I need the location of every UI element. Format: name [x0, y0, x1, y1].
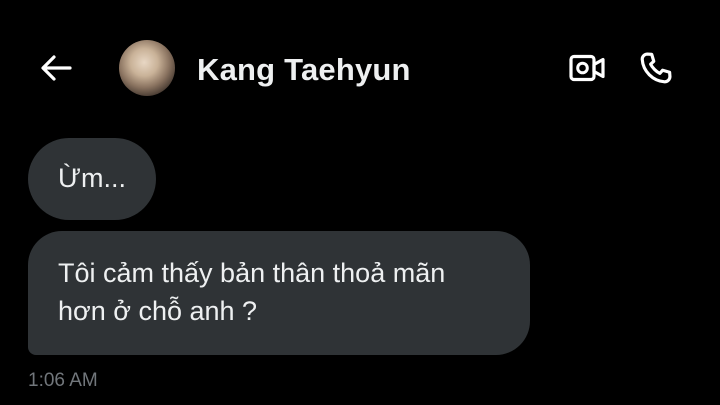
message-bubble[interactable]: Tôi cảm thấy bản thân thoả mãn hơn ở chỗ… [28, 231, 530, 355]
avatar[interactable] [119, 40, 175, 96]
conversation-header: Kang Taehyun [0, 0, 720, 135]
video-call-button[interactable] [566, 49, 608, 87]
video-camera-icon [569, 54, 605, 82]
message-timestamp: 1:06 AM [28, 370, 98, 391]
phone-icon [640, 52, 672, 84]
arrow-left-icon [41, 55, 72, 81]
voice-call-button[interactable] [636, 48, 676, 88]
message-bubble[interactable]: Ừm... [28, 138, 157, 220]
back-button[interactable] [36, 50, 76, 86]
message-text: Ừm... [58, 163, 127, 193]
contact-name[interactable]: Kang Taehyun [197, 50, 411, 90]
message-text: Tôi cảm thấy bản thân thoả mãn hơn ở chỗ… [58, 258, 446, 326]
